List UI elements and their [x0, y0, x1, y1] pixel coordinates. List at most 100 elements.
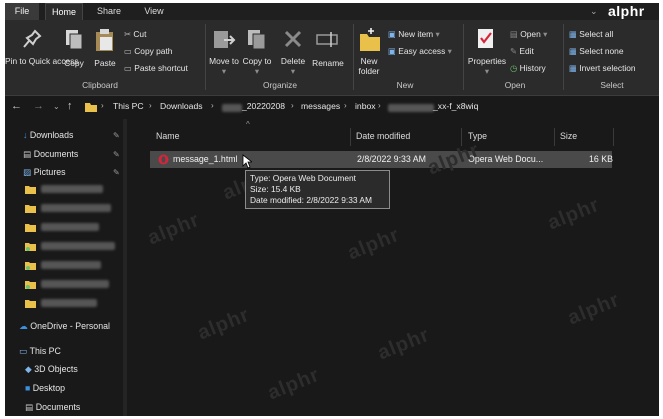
ribbon-divider [205, 24, 206, 90]
up-arrow-icon[interactable]: ↑ [67, 100, 73, 112]
cut-label: Cut [133, 29, 147, 39]
open-label: Open [520, 29, 541, 39]
select-none-icon: ▦ [569, 46, 580, 56]
paste-button[interactable]: Paste [90, 58, 120, 68]
folder-icon [25, 243, 36, 251]
watermark: alphr [144, 208, 203, 250]
navigation-pane: ↓ Downloads ✎ ▤ Documents ✎ ▨ Pictures ✎… [5, 118, 127, 416]
desktop-icon: ■ [25, 383, 33, 393]
column-divider[interactable] [554, 128, 555, 146]
tooltip-type: Type: Opera Web Document [250, 173, 356, 183]
cut-button[interactable]: ✂ Cut [124, 29, 146, 39]
redacted-text [41, 280, 109, 288]
nav-label: Desktop [32, 383, 66, 393]
documents-icon: ▤ [23, 149, 34, 159]
nav-item-documents-pc[interactable]: ▤ Documents [25, 399, 80, 415]
nav-item-pictures[interactable]: ▨ Pictures [23, 164, 66, 180]
ribbon-collapse-icon[interactable]: ⌄ [590, 6, 598, 17]
tooltip-date-modified: Date modified: 2/8/2022 9:33 AM [250, 195, 372, 205]
pin-icon: ✎ [113, 131, 120, 140]
redacted-text [41, 204, 111, 212]
pin-icon: ✎ [113, 150, 120, 159]
breadcrumb-messages[interactable]: messages [301, 101, 340, 111]
new-folder-button[interactable]: New folder [351, 56, 387, 76]
select-all-icon: ▦ [569, 29, 580, 39]
tooltip-size: Size: 15.4 KB [250, 184, 301, 194]
properties-icon [478, 29, 493, 48]
history-button[interactable]: ◷ History [510, 63, 546, 73]
nav-item-documents[interactable]: ▤ Documents [23, 146, 78, 162]
nav-item-3d-objects[interactable]: ◆ 3D Objects [25, 361, 78, 377]
cloud-icon: ☁ [19, 321, 31, 331]
delete-button[interactable]: Delete ▾ [276, 56, 310, 76]
folder-icon [25, 262, 36, 270]
folder-icon [25, 300, 36, 308]
new-item-label: New item [398, 29, 434, 39]
history-label: History [519, 63, 546, 73]
chevron-right-icon: › [291, 101, 294, 110]
watermark: alphr [374, 323, 433, 365]
column-header-size[interactable]: Size [560, 128, 577, 144]
column-divider[interactable] [613, 128, 614, 146]
chevron-right-icon: › [344, 101, 347, 110]
breadcrumb-downloads[interactable]: Downloads [160, 101, 203, 111]
paste-shortcut-button[interactable]: ▭ Paste shortcut [124, 63, 188, 73]
tab-home[interactable]: Home [45, 3, 83, 20]
nav-label: Documents [33, 149, 79, 159]
file-size: 16 KB [589, 154, 613, 164]
breadcrumb-conversation-folder[interactable]: _xx-f_x8wiq [433, 101, 478, 111]
open-button[interactable]: ▤ Open ▾ [510, 29, 547, 39]
new-folder-icon [360, 28, 380, 51]
nav-item-downloads[interactable]: ↓ Downloads [23, 127, 73, 143]
rename-button[interactable]: Rename [308, 58, 348, 68]
folder-icon [25, 205, 36, 213]
redacted-text [222, 104, 242, 112]
easy-access-button[interactable]: ▣ Easy access ▾ [388, 46, 452, 56]
edit-button[interactable]: ✎ Edit [510, 46, 534, 56]
redacted-text [388, 104, 434, 112]
breadcrumb-date-folder[interactable]: _20220208 [242, 101, 285, 111]
ribbon-tabs: File Home Share View ⌄ alphr [5, 3, 659, 20]
new-item-button[interactable]: ▣ New item ▾ [388, 29, 440, 39]
delete-label: Delete [280, 56, 306, 66]
move-to-button[interactable]: Move to ▾ [208, 56, 240, 76]
copy-button[interactable]: Copy [59, 58, 89, 68]
redacted-text [41, 242, 115, 250]
back-arrow-icon[interactable]: ← [11, 100, 22, 112]
recent-locations-chevron-icon[interactable]: ⌄ [53, 102, 60, 111]
file-info-tooltip: Type: Opera Web Document Size: 15.4 KB D… [245, 170, 390, 209]
nav-item-this-pc[interactable]: ▭ This PC [19, 343, 61, 359]
column-header-name[interactable]: Name [156, 128, 179, 144]
watermark: alphr [424, 138, 483, 180]
chevron-right-icon: › [101, 101, 104, 110]
properties-button[interactable]: Properties ▾ [465, 56, 509, 76]
copy-path-button[interactable]: ▭ Copy path [124, 46, 172, 56]
breadcrumb-inbox[interactable]: inbox [355, 101, 376, 111]
sort-up-icon: ^ [246, 120, 250, 129]
ribbon-divider [563, 24, 564, 90]
copy-to-button[interactable]: Copy to ▾ [241, 56, 273, 76]
invert-selection-button[interactable]: ▦ Invert selection [569, 63, 636, 73]
tab-share[interactable]: Share [90, 3, 128, 20]
column-header-date-modified[interactable]: Date modified [356, 128, 410, 144]
tab-view[interactable]: View [135, 3, 173, 20]
redacted-text [41, 223, 99, 231]
invert-selection-icon: ▦ [569, 63, 580, 73]
watermark: alphr [194, 303, 253, 345]
nav-item-desktop[interactable]: ■ Desktop [25, 380, 65, 396]
breadcrumb-this-pc[interactable]: This PC [113, 101, 144, 111]
forward-arrow-icon[interactable]: → [33, 100, 44, 112]
select-none-button[interactable]: ▦ Select none [569, 46, 624, 56]
file-list: ^ Name Date modified Type Size message_1… [127, 118, 659, 416]
select-all-button[interactable]: ▦ Select all [569, 29, 613, 39]
folder-icon [25, 186, 36, 194]
download-icon: ↓ [23, 130, 30, 140]
tab-file[interactable]: File [5, 3, 39, 20]
watermark: alphr [564, 288, 623, 330]
watermark: alphr [544, 193, 603, 235]
file-name[interactable]: message_1.html [173, 154, 238, 164]
pin-to-quick-access-button[interactable]: Pin to Quick access [5, 56, 79, 66]
nav-item-onedrive[interactable]: ☁ OneDrive - Personal [19, 318, 110, 334]
chevron-right-icon: › [378, 101, 381, 110]
column-divider[interactable] [350, 128, 351, 146]
